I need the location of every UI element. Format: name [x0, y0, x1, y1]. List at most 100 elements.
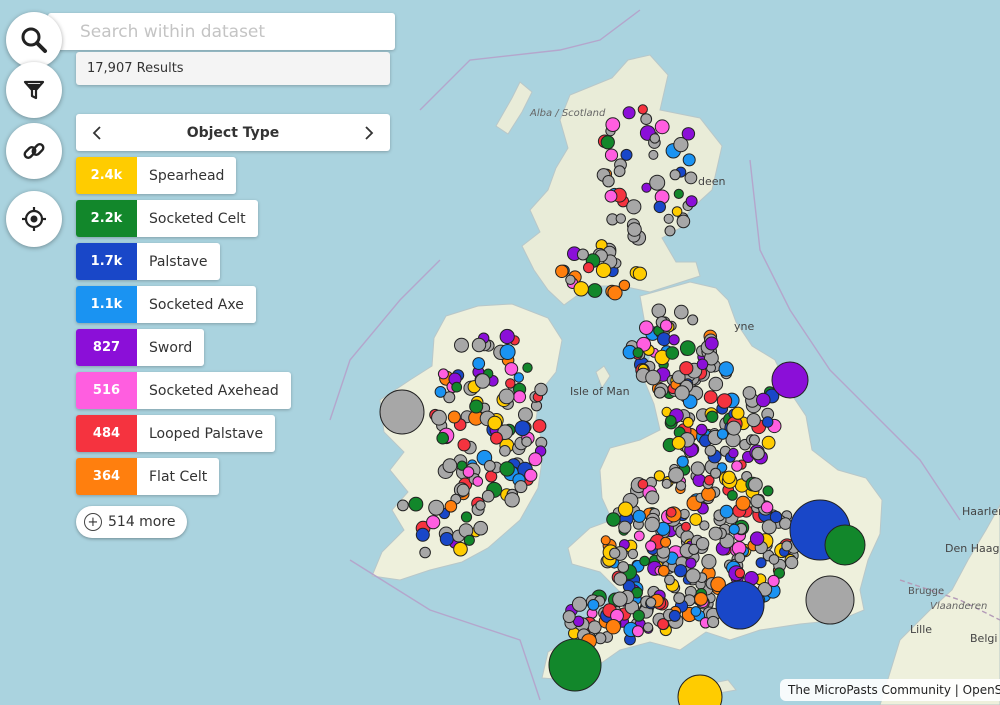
cluster-marker[interactable] — [379, 389, 425, 435]
cluster-marker[interactable] — [473, 520, 489, 536]
cluster-marker[interactable] — [767, 574, 780, 588]
cluster-marker[interactable] — [518, 407, 533, 423]
cluster-marker[interactable] — [504, 492, 520, 508]
facet-item-palstave[interactable]: 1.7k Palstave — [76, 243, 220, 280]
cluster-marker[interactable] — [824, 524, 866, 566]
cluster-marker[interactable] — [632, 347, 644, 359]
cluster-marker[interactable] — [671, 436, 686, 450]
search-button[interactable] — [6, 12, 62, 68]
cluster-marker[interactable] — [674, 385, 690, 401]
cluster-marker[interactable] — [457, 438, 471, 452]
facet-item-looped-palstave[interactable]: 484 Looped Palstave — [76, 415, 276, 452]
link-button[interactable] — [6, 123, 62, 179]
cluster-marker[interactable] — [676, 214, 691, 229]
cluster-marker[interactable] — [663, 213, 674, 224]
cluster-marker[interactable] — [664, 225, 676, 237]
cluster-marker[interactable] — [504, 362, 519, 376]
cluster-marker[interactable] — [481, 489, 495, 503]
cluster-marker[interactable] — [483, 460, 496, 472]
cluster-marker[interactable] — [637, 478, 649, 490]
cluster-marker[interactable] — [762, 485, 774, 497]
cluster-marker[interactable] — [604, 189, 618, 203]
cluster-marker[interactable] — [771, 361, 809, 399]
facet-next-button[interactable] — [358, 122, 380, 144]
facet-item-socketed-axe[interactable]: 1.1k Socketed Axe — [76, 286, 256, 323]
cluster-marker[interactable] — [673, 188, 684, 199]
cluster-marker[interactable] — [627, 548, 639, 560]
search-input[interactable] — [48, 13, 380, 50]
cluster-marker[interactable] — [640, 113, 653, 125]
cluster-marker[interactable] — [653, 200, 666, 214]
show-more-button[interactable]: + 514 more — [76, 506, 188, 538]
cluster-marker[interactable] — [690, 606, 702, 617]
cluster-marker[interactable] — [451, 381, 463, 393]
cluster-marker[interactable] — [419, 546, 431, 559]
cluster-marker[interactable] — [499, 344, 516, 360]
cluster-marker[interactable] — [704, 444, 717, 457]
cluster-marker[interactable] — [573, 281, 589, 297]
cluster-marker[interactable] — [602, 175, 615, 188]
cluster-marker[interactable] — [735, 495, 751, 511]
cluster-marker[interactable] — [708, 526, 723, 541]
cluster-marker[interactable] — [649, 174, 666, 191]
cluster-marker[interactable] — [669, 169, 681, 181]
cluster-marker[interactable] — [674, 564, 688, 578]
cluster-marker[interactable] — [439, 532, 454, 546]
cluster-marker[interactable] — [728, 447, 739, 459]
cluster-marker[interactable] — [499, 445, 511, 457]
cluster-marker[interactable] — [668, 334, 680, 346]
cluster-marker[interactable] — [605, 619, 621, 635]
cluster-marker[interactable] — [696, 358, 709, 371]
cluster-marker[interactable] — [653, 470, 666, 482]
cluster-marker[interactable] — [397, 499, 409, 512]
cluster-marker[interactable] — [660, 536, 672, 548]
cluster-marker[interactable] — [679, 340, 696, 357]
cluster-marker[interactable] — [555, 264, 569, 278]
cluster-marker[interactable] — [633, 530, 645, 542]
cluster-marker[interactable] — [666, 507, 677, 518]
cluster-marker[interactable] — [660, 319, 673, 332]
cluster-marker[interactable] — [768, 554, 780, 565]
cluster-marker[interactable] — [726, 420, 742, 436]
cluster-marker[interactable] — [668, 609, 681, 622]
cluster-marker[interactable] — [707, 615, 720, 629]
cluster-marker[interactable] — [664, 574, 675, 586]
cluster-marker[interactable] — [679, 361, 694, 376]
cluster-marker[interactable] — [534, 382, 548, 397]
cluster-marker[interactable] — [637, 104, 648, 115]
cluster-marker[interactable] — [710, 467, 722, 479]
cluster-marker[interactable] — [734, 552, 746, 563]
cluster-marker[interactable] — [708, 376, 724, 392]
cluster-marker[interactable] — [706, 410, 719, 423]
cluster-marker[interactable] — [719, 504, 734, 519]
cluster-marker[interactable] — [600, 135, 615, 150]
cluster-marker[interactable] — [645, 597, 657, 608]
cluster-marker[interactable] — [649, 133, 660, 144]
cluster-marker[interactable] — [695, 423, 708, 436]
cluster-marker[interactable] — [665, 415, 677, 427]
cluster-marker[interactable] — [408, 496, 424, 512]
cluster-marker[interactable] — [437, 368, 449, 380]
cluster-marker[interactable] — [620, 148, 633, 161]
cluster-marker[interactable] — [685, 557, 697, 569]
cluster-marker[interactable] — [653, 386, 666, 399]
cluster-marker[interactable] — [613, 165, 626, 178]
cluster-marker[interactable] — [703, 390, 718, 405]
cluster-marker[interactable] — [676, 455, 689, 468]
cluster-marker[interactable] — [722, 470, 736, 484]
cluster-marker[interactable] — [600, 535, 611, 546]
cluster-marker[interactable] — [606, 512, 621, 527]
cluster-marker[interactable] — [687, 314, 699, 326]
cluster-marker[interactable] — [587, 599, 600, 611]
cluster-marker[interactable] — [715, 580, 765, 630]
cluster-marker[interactable] — [627, 222, 642, 237]
cluster-marker[interactable] — [434, 386, 447, 398]
cluster-marker[interactable] — [690, 461, 705, 476]
cluster-marker[interactable] — [426, 515, 441, 530]
cluster-marker[interactable] — [604, 148, 619, 162]
locate-button[interactable] — [6, 191, 62, 247]
cluster-marker[interactable] — [428, 499, 445, 516]
facet-item-socketed-celt[interactable]: 2.2k Socketed Celt — [76, 200, 258, 237]
cluster-marker[interactable] — [769, 510, 783, 524]
cluster-marker[interactable] — [499, 461, 515, 477]
